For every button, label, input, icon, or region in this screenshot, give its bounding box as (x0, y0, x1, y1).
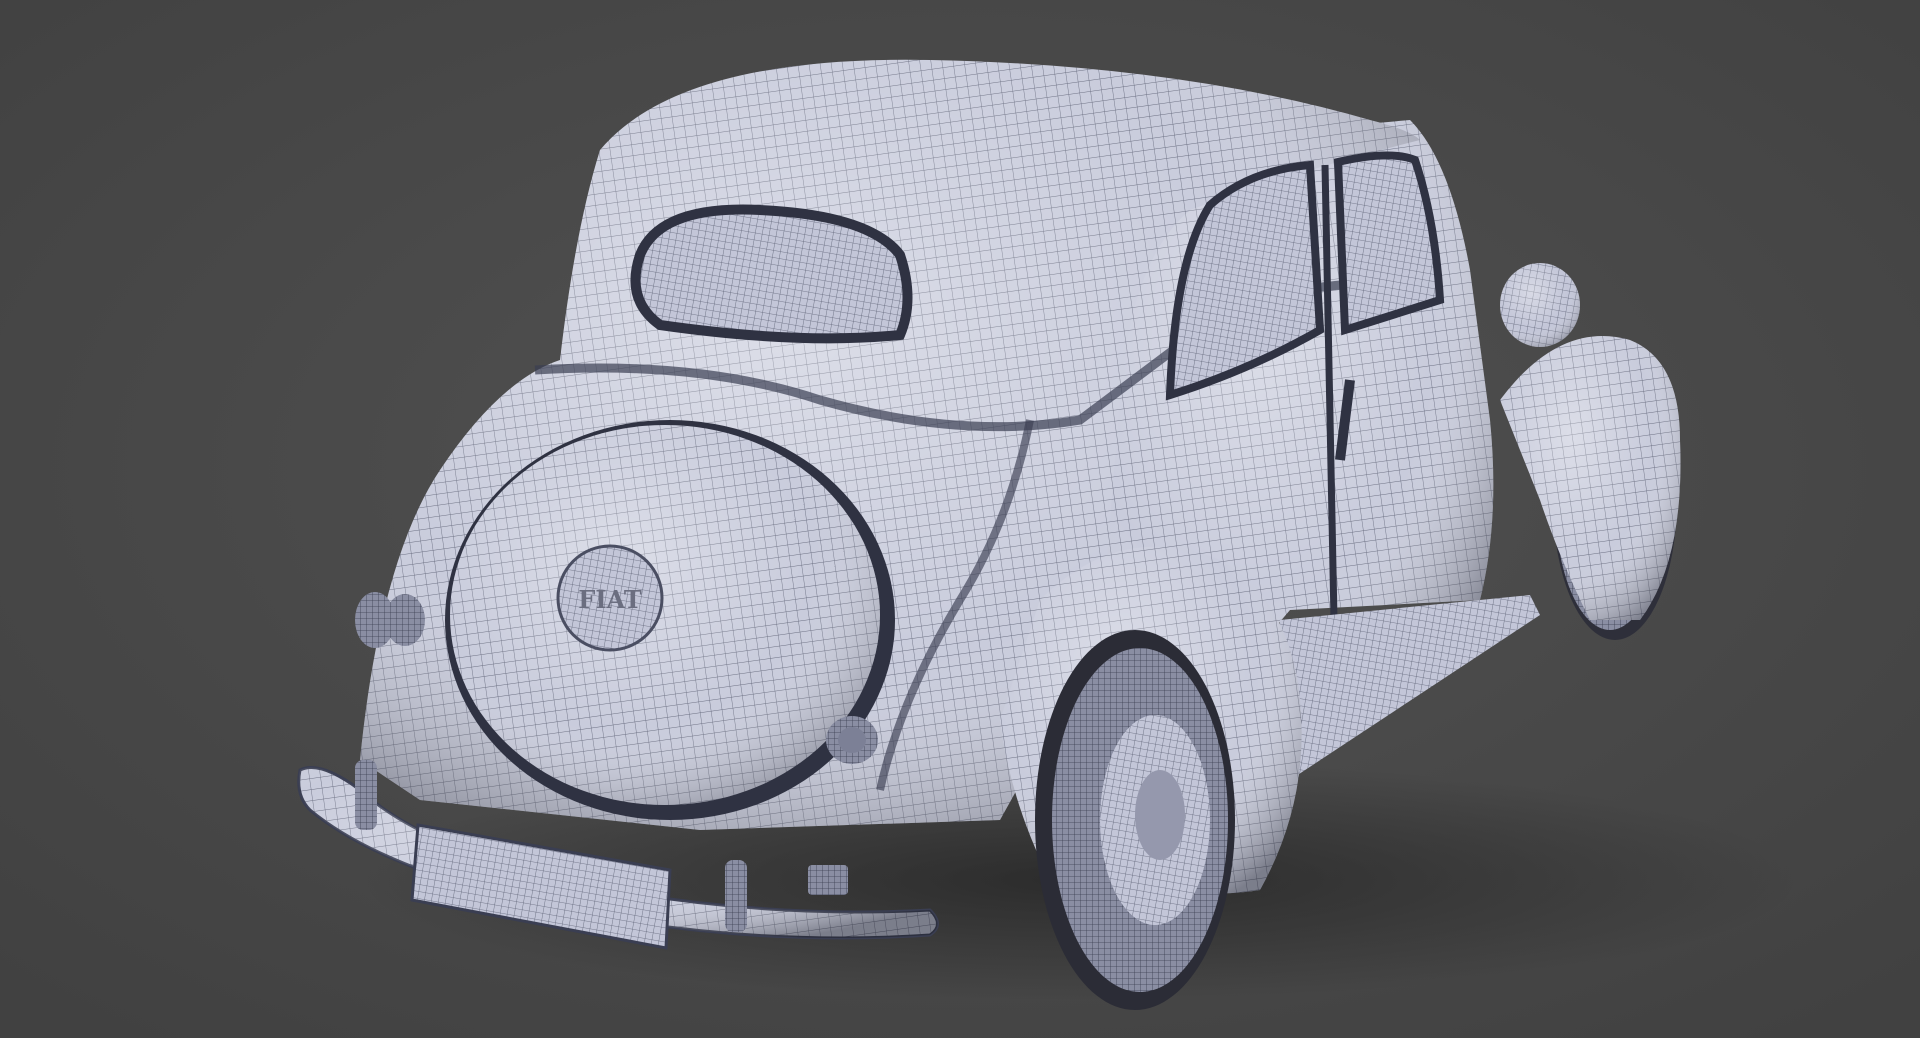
car-render: FIAT (0, 0, 1920, 1038)
headlamp (1500, 263, 1580, 347)
render-viewport: FIAT (0, 0, 1920, 1038)
bumper-guard (725, 860, 747, 932)
front-side-window (1333, 151, 1445, 336)
spare-wheel-cover: FIAT (445, 420, 895, 820)
rear-wheel (1035, 630, 1235, 1010)
rear-window (630, 204, 913, 344)
bumper-guard (355, 760, 377, 830)
rear-reflector (826, 716, 878, 764)
fiat-emblem: FIAT (578, 585, 642, 614)
bumper-lamp (808, 865, 848, 895)
